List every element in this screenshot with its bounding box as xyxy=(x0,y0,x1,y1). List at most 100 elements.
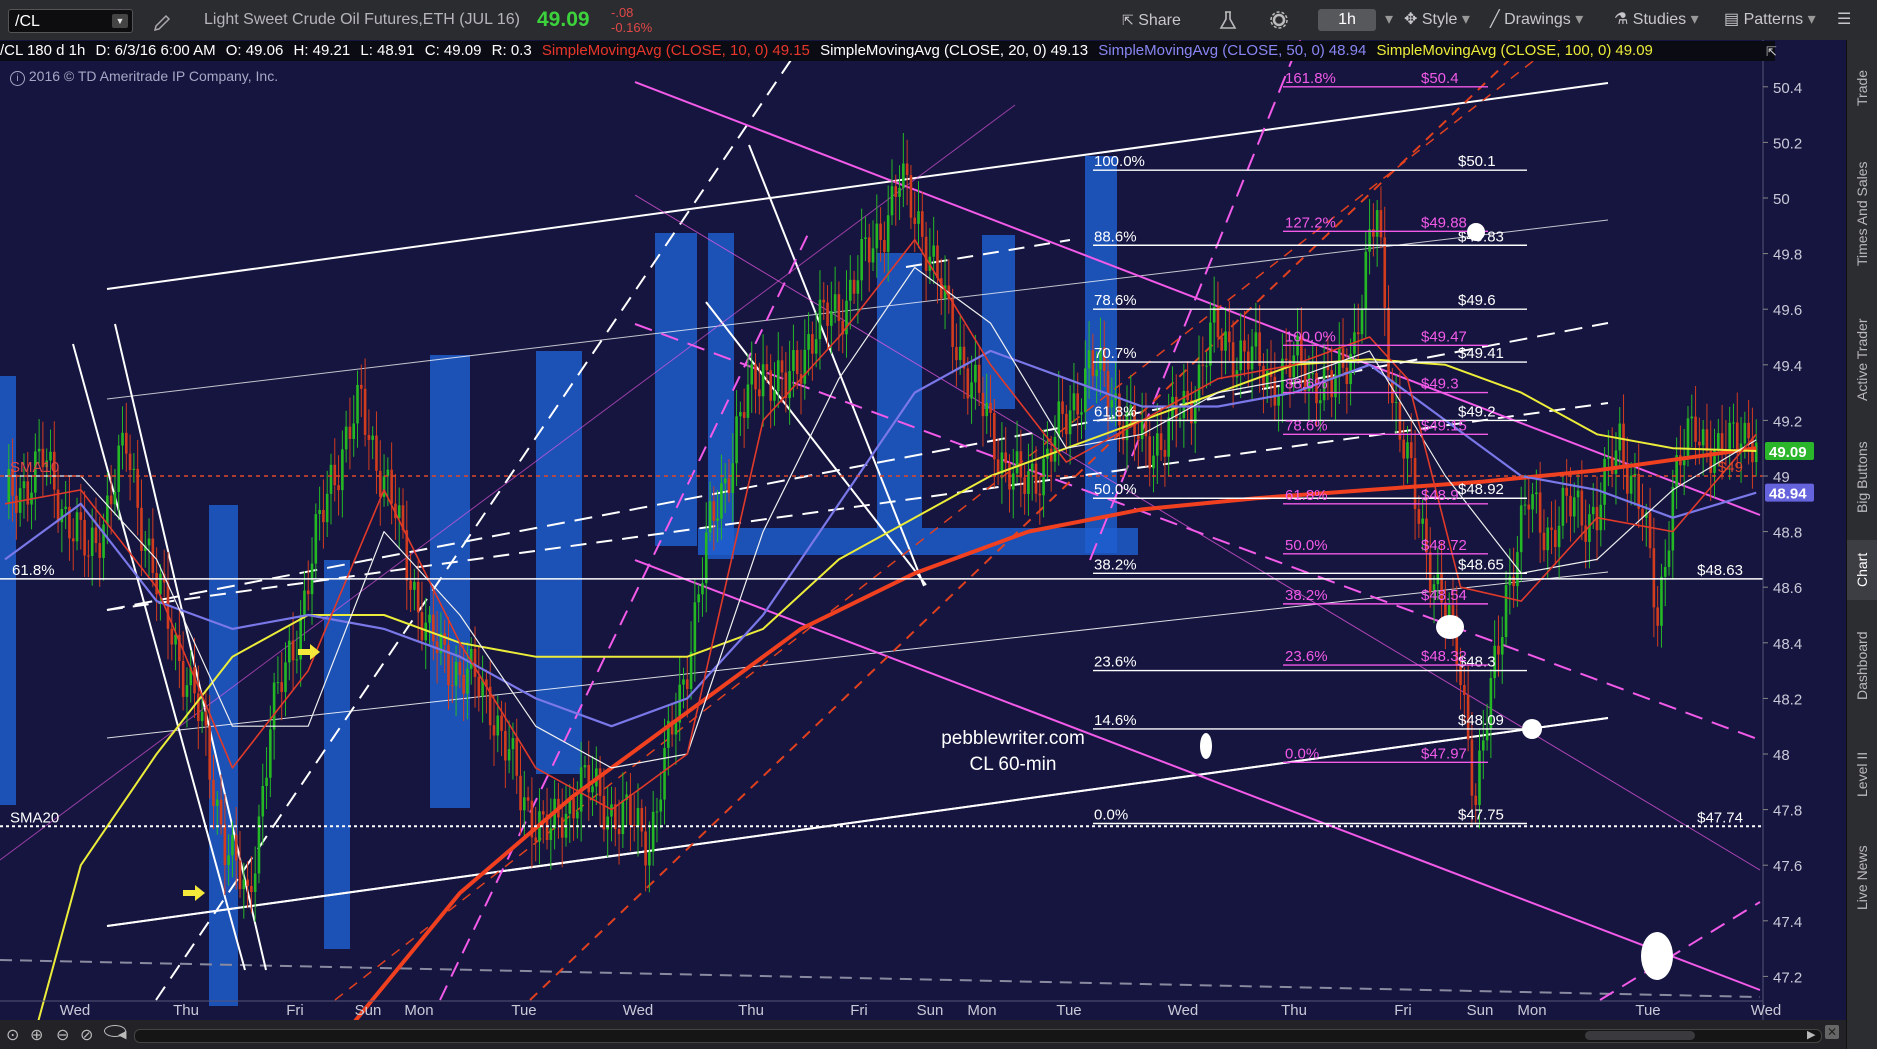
candle-body xyxy=(1527,504,1531,510)
candle-body xyxy=(291,640,295,661)
session-box xyxy=(536,351,582,774)
share-button[interactable]: ⇱ Share xyxy=(1122,0,1181,40)
sidebar-tab-live-news[interactable]: Live News xyxy=(1847,822,1877,934)
candle-body xyxy=(1167,417,1170,457)
candle-body xyxy=(958,346,962,361)
candle-body xyxy=(758,389,761,397)
candle-body xyxy=(356,384,359,424)
bar-date: D: 6/3/16 6:00 AM xyxy=(95,42,216,59)
candle-body xyxy=(303,590,306,616)
studies-icon: ⚗ xyxy=(1614,11,1629,28)
sidebar-tab-active-trader[interactable]: Active Trader xyxy=(1847,305,1877,415)
sma20-value: 49.13 xyxy=(1050,42,1089,59)
price-chart[interactable]: $49 $48.63 $47.74 SMA10 61.8% SMA20 100.0% $50… xyxy=(0,40,1846,1049)
candle-body xyxy=(621,800,625,835)
zoom-in-icon[interactable]: ⊕ xyxy=(30,1025,43,1045)
candle-body xyxy=(496,715,500,736)
candle-body xyxy=(606,816,609,830)
candle-body xyxy=(1535,492,1538,495)
timeframe-button[interactable]: 1h xyxy=(1318,9,1376,31)
candle-body xyxy=(1648,512,1652,549)
zoom-fit-icon[interactable]: ⊙ xyxy=(6,1025,19,1045)
zoom-out-icon[interactable]: ⊖ xyxy=(56,1025,69,1045)
candle-body xyxy=(390,469,393,504)
cycle-icon[interactable]: ⊘ xyxy=(80,1025,93,1045)
candle-body xyxy=(1224,331,1227,351)
candle-body xyxy=(1523,504,1527,506)
candle-body xyxy=(1402,439,1405,459)
candle-body xyxy=(572,798,575,819)
candle-body xyxy=(1481,740,1485,751)
menu-icon[interactable]: ☰ xyxy=(1837,0,1851,40)
scrollbar-thumb[interactable] xyxy=(1585,1031,1695,1040)
candle-body xyxy=(1463,685,1466,695)
drawings-button[interactable]: ╱ Drawings ▾ xyxy=(1490,0,1583,40)
candle-body xyxy=(549,828,553,840)
sidebar-tab-level-ii[interactable]: Level II xyxy=(1847,734,1877,814)
candle-body xyxy=(560,817,564,838)
fib-white-pct: 38.2% xyxy=(1094,556,1137,573)
x-axis-tick-label: Mon xyxy=(1517,1002,1546,1019)
bar-open: O: 49.06 xyxy=(225,42,284,59)
candle-body xyxy=(231,834,234,856)
sidebar-tab-times-and-sales[interactable]: Times And Sales xyxy=(1847,140,1877,288)
candle-body xyxy=(1451,605,1455,616)
sidebar-tab-chart[interactable]: Chart xyxy=(1847,540,1877,600)
gear-icon[interactable] xyxy=(1268,0,1290,40)
studies-button[interactable]: ⚗ Studies ▾ xyxy=(1614,0,1699,40)
fib-magenta-price: $48.9 xyxy=(1421,487,1459,504)
scroll-left-icon[interactable]: ◀ xyxy=(118,1028,126,1041)
studies-label: Studies xyxy=(1632,11,1687,28)
candle-body xyxy=(1311,372,1315,375)
chart-area[interactable]: $49 $48.63 $47.74 SMA10 61.8% SMA20 100.0% $50… xyxy=(0,40,1846,1049)
sidebar-tab-dashboard[interactable]: Dashboard xyxy=(1847,606,1877,726)
timeframe-dropdown-icon[interactable]: ▾ xyxy=(1385,0,1393,40)
sidebar-tab-trade[interactable]: Trade xyxy=(1847,48,1877,128)
candle-body xyxy=(473,648,477,678)
fib-magenta-pct: 61.8% xyxy=(1285,487,1328,504)
scroll-right-icon[interactable]: ▶ xyxy=(1807,1028,1815,1041)
copyright-label: 2016 © TD Ameritrade IP Company, Inc. xyxy=(28,68,279,84)
collapse-icon[interactable]: ⇱ xyxy=(1766,44,1777,60)
candle-body xyxy=(1144,421,1148,437)
symbol-dropdown-icon[interactable]: ▼ xyxy=(112,14,128,28)
candle-body xyxy=(87,555,90,557)
candle-body xyxy=(909,175,913,218)
candle-body xyxy=(492,725,496,736)
price-badge-label: 49.09 xyxy=(1769,444,1807,461)
candle-body xyxy=(1042,458,1045,496)
candle-body xyxy=(500,715,503,731)
candle-body xyxy=(367,434,371,440)
fib-white-pct: 78.6% xyxy=(1094,292,1137,309)
marker-dot xyxy=(1641,932,1673,980)
candle-body xyxy=(830,311,833,326)
sidebar-tab-big-buttons[interactable]: Big Buttons xyxy=(1847,432,1877,522)
candle-body xyxy=(902,163,905,188)
candle-body xyxy=(746,384,750,418)
candle-body xyxy=(212,779,215,806)
x-axis-tick-label: Wed xyxy=(1751,1002,1782,1019)
time-scrollbar[interactable] xyxy=(134,1029,1822,1043)
symbol-input[interactable]: /CL ▼ xyxy=(8,9,133,33)
candle-body xyxy=(534,837,537,842)
candle-body xyxy=(1087,350,1091,369)
fib-magenta-pct: 23.6% xyxy=(1285,648,1328,665)
candle-body xyxy=(1504,585,1508,638)
close-icon[interactable]: ✕ xyxy=(1825,1025,1839,1039)
candle-body xyxy=(913,217,917,224)
fib-white-price: $49.6 xyxy=(1458,292,1496,309)
candle-body xyxy=(1095,369,1098,377)
style-button[interactable]: ✥ Style ▾ xyxy=(1404,0,1470,40)
candle-body xyxy=(397,505,401,519)
pencil-icon[interactable] xyxy=(153,0,173,40)
patterns-button[interactable]: ▤ Patterns ▾ xyxy=(1724,0,1816,40)
candle-body xyxy=(1106,371,1110,408)
candle-body xyxy=(1156,433,1159,456)
flask-icon[interactable] xyxy=(1218,0,1238,40)
candle-body xyxy=(1284,358,1288,361)
candle-body xyxy=(788,371,791,399)
candle-body xyxy=(1148,436,1152,469)
candle-body xyxy=(735,416,738,464)
candle-body xyxy=(1258,332,1261,366)
fib-white-pct: 61.8% xyxy=(1094,403,1137,420)
